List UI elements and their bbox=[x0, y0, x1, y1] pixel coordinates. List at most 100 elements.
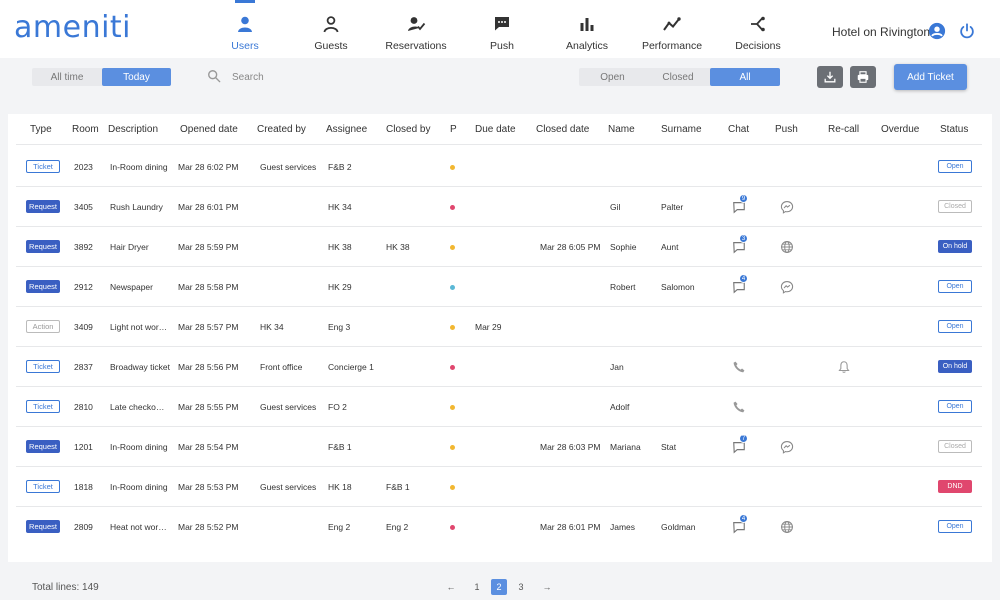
column-header-room[interactable]: Room bbox=[72, 124, 99, 135]
column-header-due-date[interactable]: Due date bbox=[475, 124, 516, 135]
column-header-description[interactable]: Description bbox=[108, 124, 158, 135]
table-row[interactable]: Ticket 1818 In-Room dining Mar 28 5:53 PM Gu… bbox=[8, 466, 992, 506]
table-row[interactable]: Ticket 2023 In-Room dining Mar 28 6:02 PM Gu… bbox=[8, 146, 992, 186]
hotel-name[interactable]: Hotel on Rivington bbox=[832, 25, 930, 39]
column-header-name[interactable]: Name bbox=[608, 124, 635, 135]
status-badge[interactable]: Open bbox=[938, 160, 972, 173]
type-badge: Request bbox=[26, 440, 60, 453]
page-1[interactable]: 1 bbox=[469, 579, 485, 595]
status-badge[interactable]: Open bbox=[938, 320, 972, 333]
page-2[interactable]: 2 bbox=[491, 579, 507, 595]
assignee-cell: F&B 2 bbox=[328, 162, 352, 172]
chat-icon[interactable]: 4 bbox=[732, 274, 748, 294]
search-input[interactable] bbox=[232, 68, 432, 86]
status-badge[interactable]: DND bbox=[938, 480, 972, 493]
next-page-button[interactable]: → bbox=[539, 579, 555, 595]
app-header: ameniti Users Guests Reservations Push Analy… bbox=[0, 0, 1000, 58]
room-cell: 2837 bbox=[74, 362, 93, 372]
surname-cell: Salomon bbox=[661, 282, 695, 292]
column-header-type[interactable]: Type bbox=[30, 124, 52, 135]
status-badge[interactable]: Open bbox=[938, 400, 972, 413]
status-badge[interactable]: On hold bbox=[938, 240, 972, 253]
nav-performance[interactable]: Performance bbox=[632, 14, 712, 52]
search-icon bbox=[208, 70, 221, 83]
description-cell: Heat not wor… bbox=[110, 522, 167, 532]
column-header-created-by[interactable]: Created by bbox=[257, 124, 306, 135]
account-icon[interactable] bbox=[928, 22, 946, 40]
table-row[interactable]: Action 3409 Light not wor… Mar 28 5:57 PM HK… bbox=[8, 306, 992, 346]
column-header-p[interactable]: P bbox=[450, 124, 457, 135]
name-cell: Mariana bbox=[610, 442, 641, 452]
chat-icon[interactable]: 4 bbox=[732, 514, 748, 534]
filter-closed[interactable]: Closed bbox=[646, 68, 710, 86]
nav-guests[interactable]: Guests bbox=[291, 14, 371, 52]
reservations-icon bbox=[376, 14, 456, 34]
header-divider bbox=[16, 144, 982, 145]
status-badge[interactable]: On hold bbox=[938, 360, 972, 373]
table-row[interactable]: Request 3405 Rush Laundry Mar 28 6:01 PM HK … bbox=[8, 186, 992, 226]
column-header-overdue[interactable]: Overdue bbox=[881, 124, 919, 135]
nav-label: Performance bbox=[641, 40, 703, 52]
page-3[interactable]: 3 bbox=[513, 579, 529, 595]
chat-count-badge: 4 bbox=[739, 514, 748, 523]
room-cell: 2023 bbox=[74, 162, 93, 172]
column-header-chat[interactable]: Chat bbox=[728, 124, 749, 135]
add-ticket-button[interactable]: Add Ticket bbox=[894, 64, 967, 90]
column-header-push[interactable]: Push bbox=[775, 124, 798, 135]
priority-dot bbox=[450, 485, 455, 490]
assignee-cell: Eng 3 bbox=[328, 322, 351, 332]
status-badge[interactable]: Open bbox=[938, 520, 972, 533]
filter-all[interactable]: All bbox=[710, 68, 780, 86]
column-header-opened-date[interactable]: Opened date bbox=[180, 124, 238, 135]
table-row[interactable]: Request 2912 Newspaper Mar 28 5:58 PM HK 29 R… bbox=[8, 266, 992, 306]
nav-analytics[interactable]: Analytics bbox=[547, 14, 627, 52]
power-icon[interactable] bbox=[958, 22, 976, 40]
nav-users[interactable]: Users bbox=[205, 0, 285, 52]
filter-today[interactable]: Today bbox=[102, 68, 171, 86]
opened-date-cell: Mar 28 5:58 PM bbox=[178, 282, 239, 292]
filter-all-time[interactable]: All time bbox=[32, 68, 102, 86]
room-cell: 2809 bbox=[74, 522, 93, 532]
prev-page-button[interactable]: ← bbox=[443, 579, 459, 595]
download-icon bbox=[824, 71, 836, 83]
column-header-status[interactable]: Status bbox=[940, 124, 968, 135]
closed-date-cell: Mar 28 6:03 PM bbox=[540, 442, 601, 452]
surname-cell: Stat bbox=[661, 442, 677, 452]
nav-reservations[interactable]: Reservations bbox=[376, 14, 456, 52]
status-badge[interactable]: Open bbox=[938, 280, 972, 293]
chat-count-badge: 4 bbox=[739, 274, 748, 283]
status-badge[interactable]: Closed bbox=[938, 440, 972, 453]
performance-icon bbox=[632, 14, 712, 34]
table-row[interactable]: Ticket 2837 Broadway ticket Mar 28 5:56 PM F… bbox=[8, 346, 992, 386]
room-cell: 3405 bbox=[74, 202, 93, 212]
nav-decisions[interactable]: Decisions bbox=[718, 14, 798, 52]
table-row[interactable]: Request 1201 In-Room dining Mar 28 5:54 PM F… bbox=[8, 426, 992, 466]
column-header-assignee[interactable]: Assignee bbox=[326, 124, 367, 135]
messenger-icon bbox=[780, 440, 794, 454]
chat-icon[interactable]: 3 bbox=[732, 234, 748, 254]
column-header-re-call[interactable]: Re-call bbox=[828, 124, 859, 135]
app-logo[interactable]: ameniti bbox=[14, 10, 131, 45]
phone-icon[interactable] bbox=[732, 400, 746, 414]
table-row[interactable]: Ticket 2810 Late checko… Mar 28 5:55 PM Gues… bbox=[8, 386, 992, 426]
print-button[interactable] bbox=[850, 66, 876, 88]
column-header-closed-by[interactable]: Closed by bbox=[386, 124, 430, 135]
phone-icon[interactable] bbox=[732, 360, 746, 374]
table-row[interactable]: Request 3892 Hair Dryer Mar 28 5:59 PM HK 38… bbox=[8, 226, 992, 266]
column-header-closed-date[interactable]: Closed date bbox=[536, 124, 589, 135]
status-filter: Open Closed All bbox=[579, 68, 780, 86]
column-header-surname[interactable]: Surname bbox=[661, 124, 702, 135]
download-button[interactable] bbox=[817, 66, 843, 88]
description-cell: Rush Laundry bbox=[110, 202, 163, 212]
assignee-cell: Concierge 1 bbox=[328, 362, 374, 372]
table-row[interactable]: Request 2809 Heat not wor… Mar 28 5:52 PM En… bbox=[8, 506, 992, 546]
nav-push[interactable]: Push bbox=[462, 14, 542, 52]
created-by-cell: Guest services bbox=[260, 402, 317, 412]
chat-icon[interactable]: 7 bbox=[732, 434, 748, 454]
name-cell: Gil bbox=[610, 202, 621, 212]
chat-icon[interactable]: 9 bbox=[732, 194, 748, 214]
status-badge[interactable]: Closed bbox=[938, 200, 972, 213]
type-badge: Ticket bbox=[26, 360, 60, 373]
filter-open[interactable]: Open bbox=[579, 68, 646, 86]
bell-icon[interactable] bbox=[837, 360, 851, 374]
